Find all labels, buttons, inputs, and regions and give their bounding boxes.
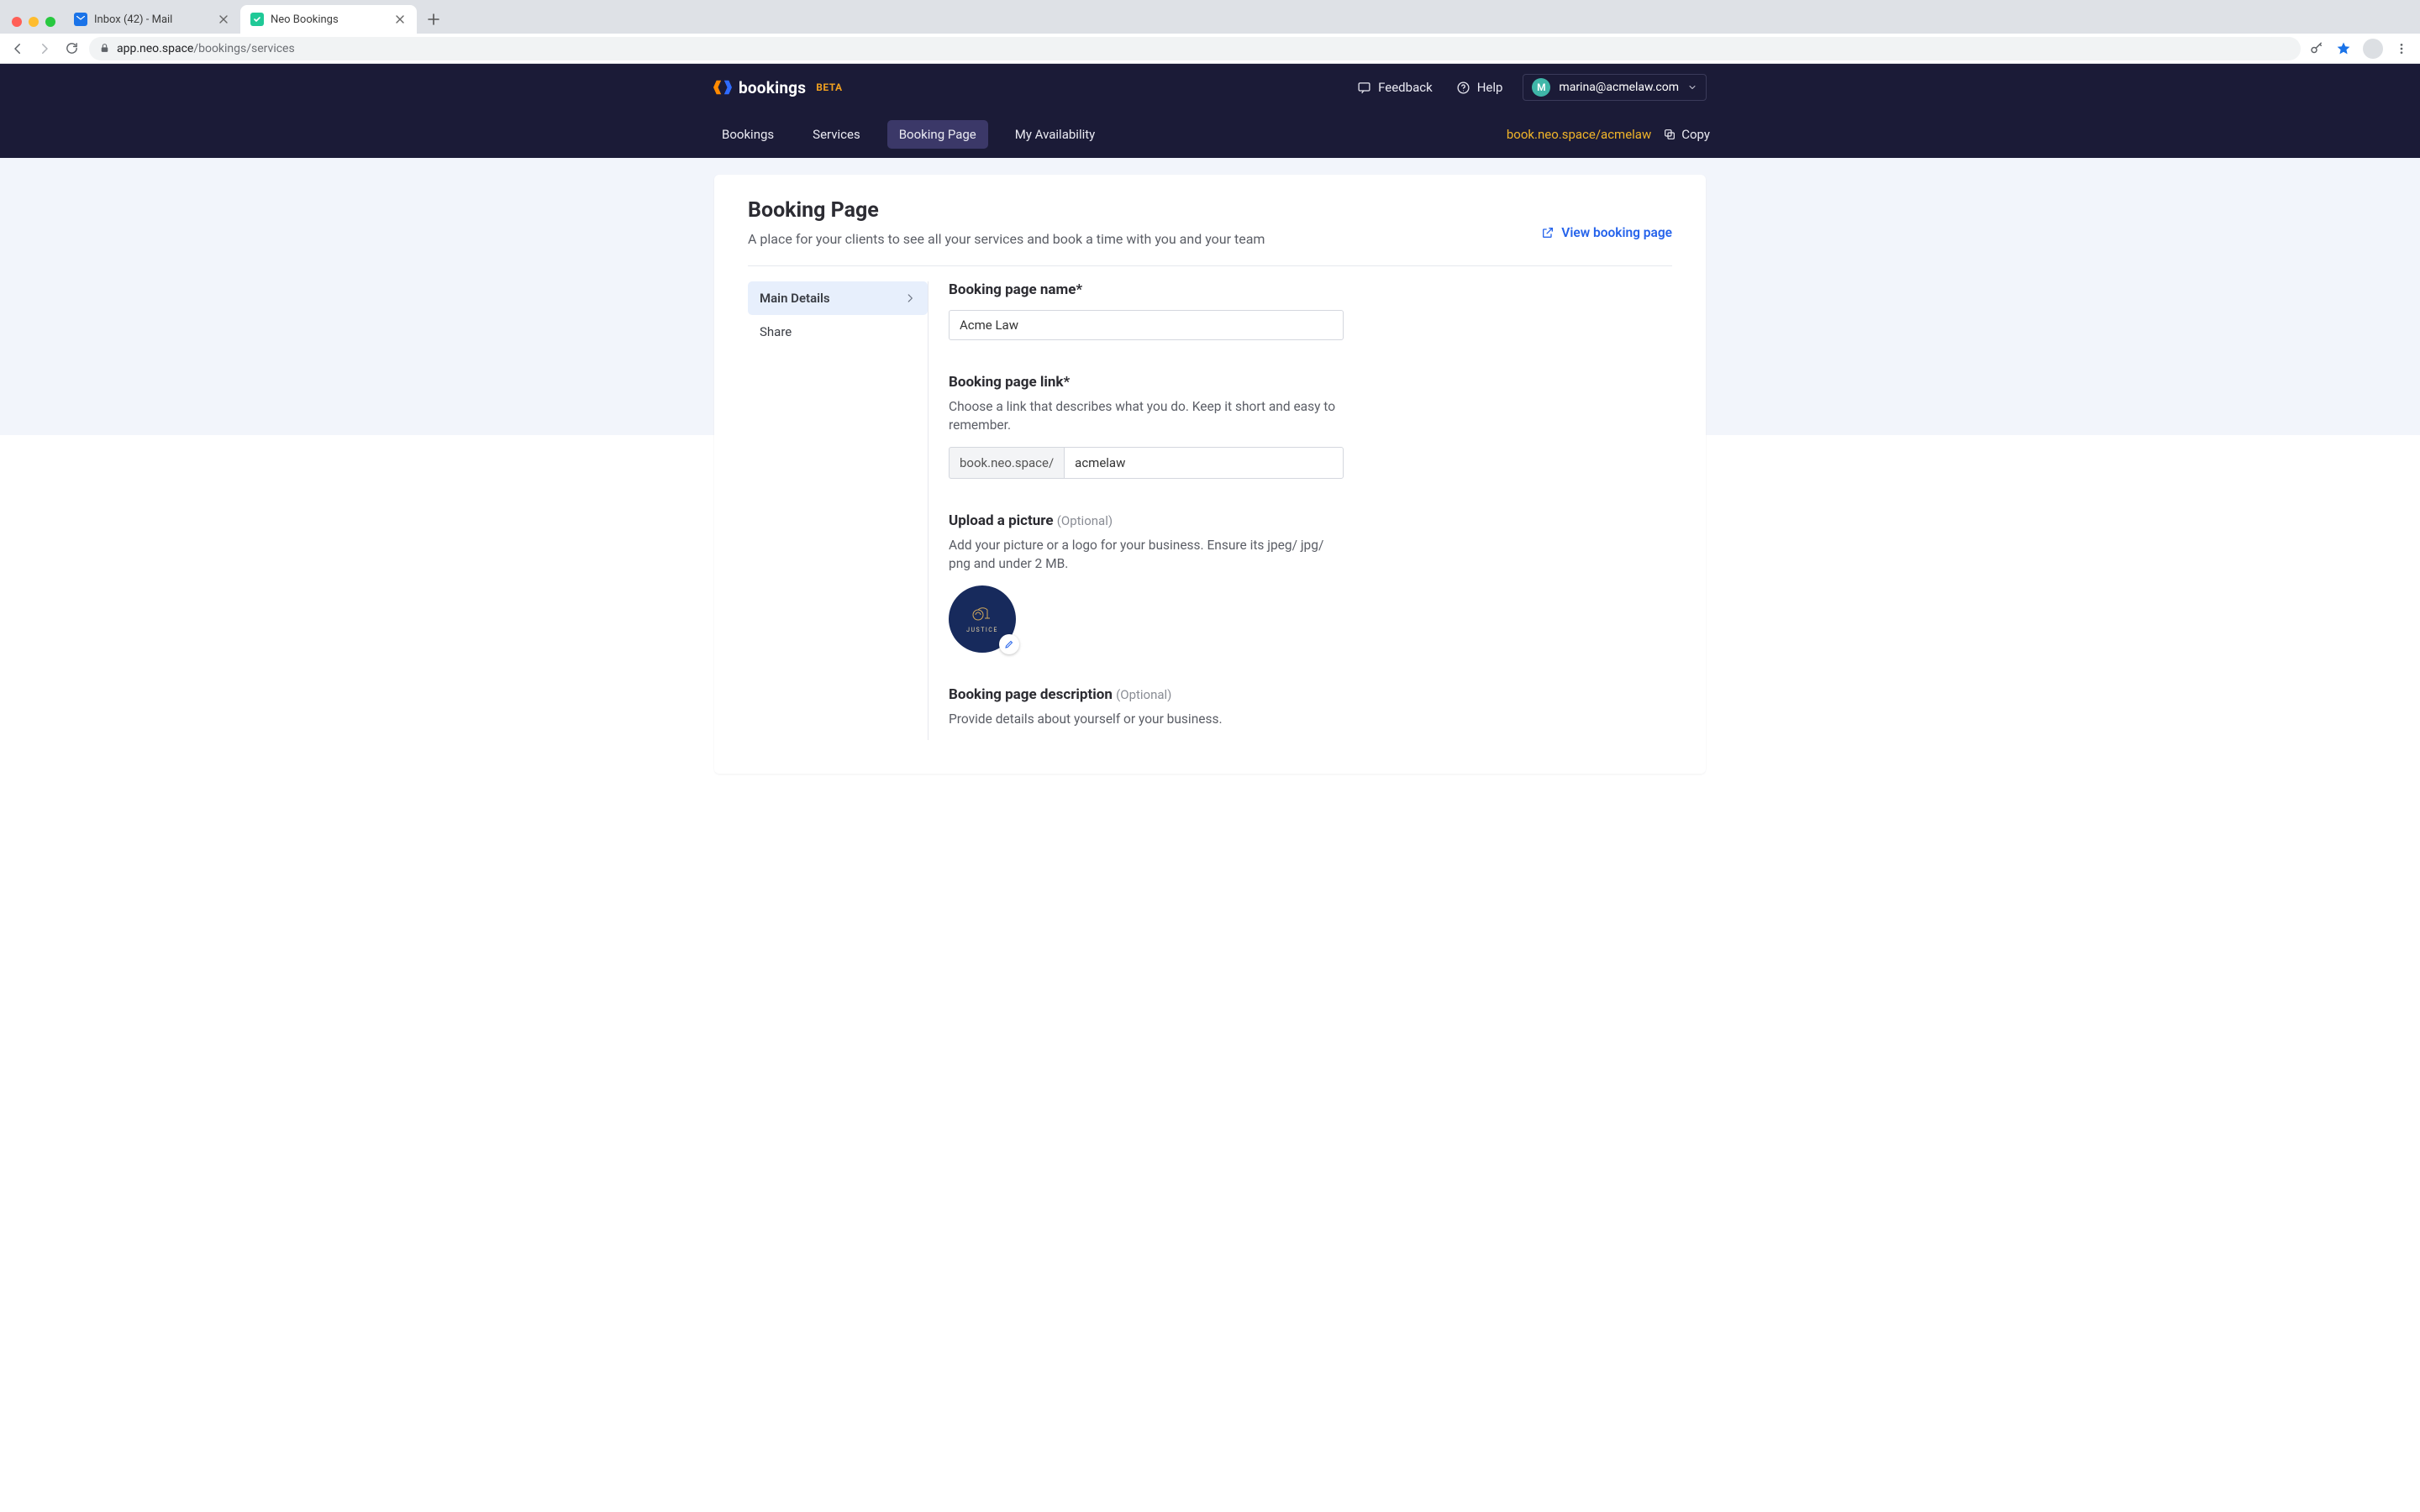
help-icon xyxy=(1456,81,1470,95)
tab-title: Neo Bookings xyxy=(271,13,387,26)
tab-title: Inbox (42) - Mail xyxy=(94,13,210,26)
page-subtitle: A place for your clients to see all your… xyxy=(748,231,1265,247)
window-minimize[interactable] xyxy=(29,17,39,27)
feedback-label: Feedback xyxy=(1378,80,1433,95)
reload-icon[interactable] xyxy=(62,39,81,58)
field-description: Booking page description (Optional) Prov… xyxy=(949,686,1466,728)
toolbar-right xyxy=(2309,39,2412,59)
settings-form: Booking page name* Booking page link* Ch… xyxy=(929,281,1466,740)
kebab-icon[interactable] xyxy=(2395,42,2408,55)
sidebar-item-main-details[interactable]: Main Details xyxy=(748,281,928,315)
back-icon[interactable] xyxy=(8,39,27,58)
booking-name-input[interactable] xyxy=(949,310,1344,340)
help-link[interactable]: Help xyxy=(1444,80,1515,95)
nav-tab-bookings[interactable]: Bookings xyxy=(710,120,786,149)
copy-button[interactable]: Copy xyxy=(1663,127,1710,142)
page-body: Booking Page A place for your clients to… xyxy=(0,158,2420,757)
key-icon[interactable] xyxy=(2309,41,2324,56)
browser-tab-mail[interactable]: Inbox (42) - Mail xyxy=(64,5,240,34)
nav-tab-services[interactable]: Services xyxy=(801,120,872,149)
field-label: Booking page description (Optional) xyxy=(949,686,1466,703)
tab-strip: Inbox (42) - Mail Neo Bookings xyxy=(0,0,2420,34)
field-help: Choose a link that describes what you do… xyxy=(949,397,1344,435)
booking-url[interactable]: book.neo.space/acmelaw xyxy=(1507,127,1651,142)
booking-link-input[interactable] xyxy=(1064,447,1344,479)
link-prefix: book.neo.space/ xyxy=(949,447,1064,479)
view-booking-page-label: View booking page xyxy=(1561,225,1672,240)
picture-upload[interactable]: JUSTICE xyxy=(949,585,1016,653)
brand-logo-icon xyxy=(713,78,732,97)
account-menu[interactable]: M marina@acmelaw.com xyxy=(1523,74,1707,101)
sidebar-item-share[interactable]: Share xyxy=(748,315,928,349)
star-icon[interactable] xyxy=(2336,41,2351,56)
sidebar-item-label: Share xyxy=(760,324,792,339)
field-picture: Upload a picture (Optional) Add your pic… xyxy=(949,512,1466,653)
field-help: Add your picture or a logo for your busi… xyxy=(949,536,1344,574)
close-icon[interactable] xyxy=(217,13,230,26)
logo-text: JUSTICE xyxy=(966,627,998,633)
browser-chrome: Inbox (42) - Mail Neo Bookings xyxy=(0,0,2420,64)
field-label-text: Booking page description xyxy=(949,686,1113,703)
nav-tab-booking-page[interactable]: Booking Page xyxy=(887,120,988,149)
field-help: Provide details about yourself or your b… xyxy=(949,710,1344,728)
mail-icon xyxy=(74,13,87,26)
help-label: Help xyxy=(1477,80,1503,95)
window-controls xyxy=(8,17,64,34)
edit-picture-button[interactable] xyxy=(999,634,1019,654)
nav-tabs: Bookings Services Booking Page My Availa… xyxy=(710,120,1107,149)
field-label-text: Upload a picture xyxy=(949,512,1054,529)
field-booking-name: Booking page name* xyxy=(949,281,1466,340)
view-booking-page-link[interactable]: View booking page xyxy=(1541,198,1672,240)
browser-toolbar: app.neo.space/bookings/services xyxy=(0,34,2420,64)
pencil-icon xyxy=(1004,639,1014,649)
chevron-down-icon xyxy=(1687,82,1697,92)
forward-icon[interactable] xyxy=(35,39,54,58)
copy-icon xyxy=(1663,128,1676,141)
field-booking-link: Booking page link* Choose a link that de… xyxy=(949,374,1466,479)
address-bar[interactable]: app.neo.space/bookings/services xyxy=(89,37,2301,60)
new-tab-button[interactable] xyxy=(422,8,445,31)
copy-label: Copy xyxy=(1681,127,1710,142)
window-maximize[interactable] xyxy=(45,17,55,27)
profile-avatar[interactable] xyxy=(2363,39,2383,59)
brand[interactable]: bookings BETA xyxy=(713,78,843,97)
brand-name: bookings xyxy=(739,78,806,97)
field-label: Booking page name* xyxy=(949,281,1466,298)
close-icon[interactable] xyxy=(393,13,407,26)
optional-tag: (Optional) xyxy=(1057,513,1113,528)
lock-icon xyxy=(99,43,110,54)
window-close[interactable] xyxy=(12,17,22,27)
main-card: Booking Page A place for your clients to… xyxy=(714,175,1706,774)
sidebar-item-label: Main Details xyxy=(760,291,830,306)
account-avatar: M xyxy=(1532,78,1550,97)
optional-tag: (Optional) xyxy=(1116,687,1171,702)
page-title: Booking Page xyxy=(748,198,1265,223)
field-label: Upload a picture (Optional) xyxy=(949,512,1466,529)
chevron-right-icon xyxy=(904,292,916,304)
neo-icon xyxy=(250,13,264,26)
feedback-icon xyxy=(1357,81,1371,95)
settings-sidebar: Main Details Share xyxy=(748,281,929,740)
feedback-link[interactable]: Feedback xyxy=(1345,80,1444,95)
nav-tab-availability[interactable]: My Availability xyxy=(1003,120,1107,149)
app-header: bookings BETA Feedback Help M marina@acm… xyxy=(0,64,2420,158)
brand-beta-badge: BETA xyxy=(816,81,842,93)
url-path: /bookings/services xyxy=(193,42,294,55)
field-label: Booking page link* xyxy=(949,374,1466,391)
justice-logo-icon xyxy=(970,605,995,623)
url-host: app.neo.space xyxy=(117,42,193,55)
external-link-icon xyxy=(1541,226,1555,239)
browser-tab-neo[interactable]: Neo Bookings xyxy=(240,5,417,34)
account-email: marina@acmelaw.com xyxy=(1559,81,1679,94)
